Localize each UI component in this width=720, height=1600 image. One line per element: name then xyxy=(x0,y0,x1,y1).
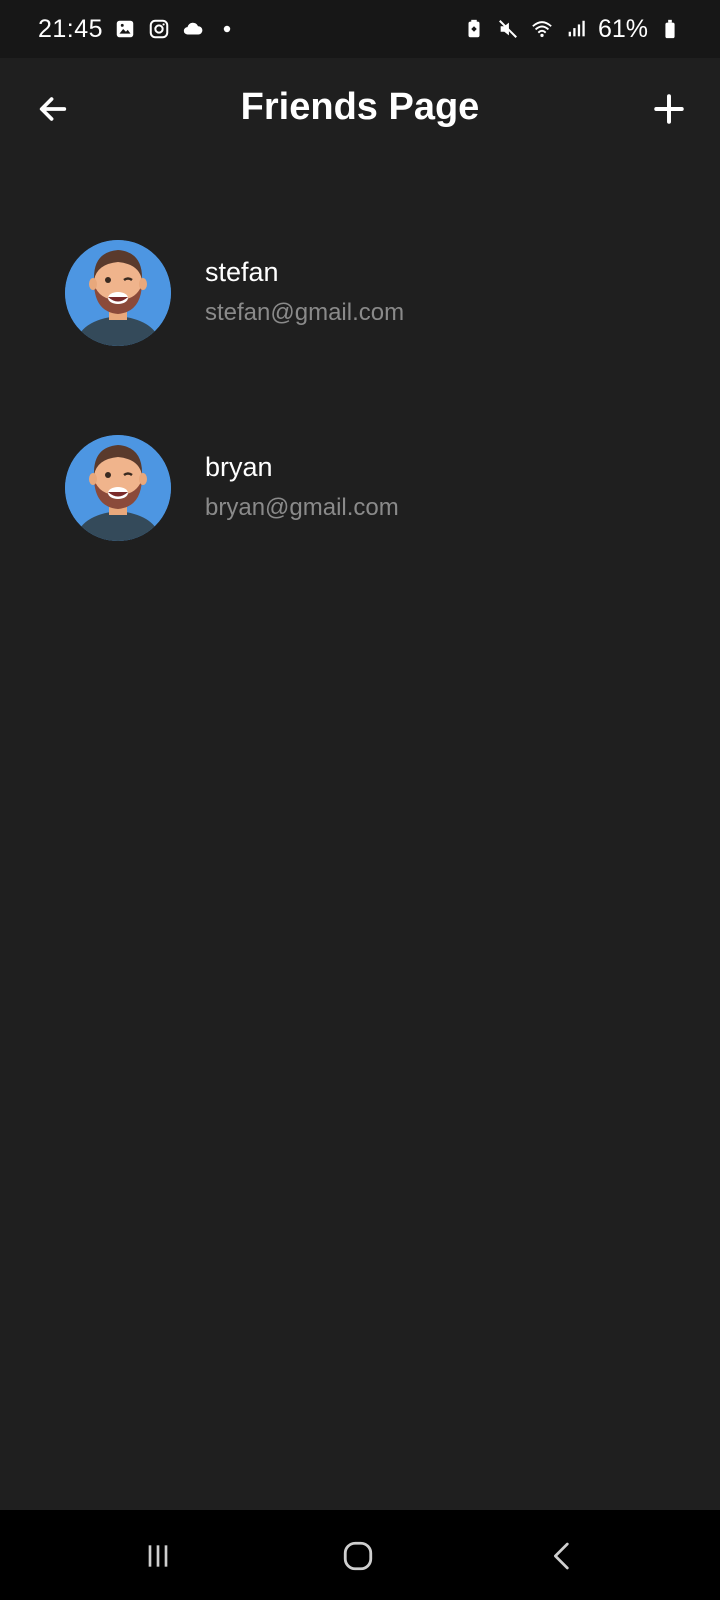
status-left: 21:45 xyxy=(38,15,239,44)
page-title: Friends Page xyxy=(240,86,480,128)
friend-email: stefan@gmail.com xyxy=(205,299,405,326)
system-nav-bar xyxy=(0,1510,720,1600)
instagram-icon xyxy=(147,17,171,41)
battery-icon xyxy=(658,17,682,41)
signal-icon xyxy=(564,17,588,41)
wifi-icon xyxy=(530,17,554,41)
dot-icon xyxy=(215,17,239,41)
status-bar: 21:45 61% xyxy=(0,0,720,58)
status-time: 21:45 xyxy=(38,14,104,43)
avatar-icon xyxy=(65,435,171,541)
friends-list: stefan stefan@gmail.com bryan bryan@gmai… xyxy=(0,215,720,605)
avatar-icon xyxy=(65,240,171,346)
battery-saver-icon xyxy=(462,17,486,41)
mute-icon xyxy=(496,17,520,41)
gallery-icon xyxy=(113,17,137,41)
friend-name: bryan xyxy=(205,452,273,482)
home-button[interactable] xyxy=(328,1530,388,1582)
back-chevron-icon xyxy=(554,1542,569,1570)
home-icon xyxy=(343,1541,373,1571)
recents-icon xyxy=(148,1545,168,1567)
status-right: 61% xyxy=(462,15,682,44)
plus-icon xyxy=(654,94,684,124)
friend-name: stefan xyxy=(205,257,279,287)
recents-button[interactable] xyxy=(128,1530,188,1582)
add-friend-button[interactable] xyxy=(646,86,692,132)
cloud-icon xyxy=(181,17,205,41)
list-item[interactable]: stefan stefan@gmail.com xyxy=(0,215,720,410)
app-bar: Friends Page xyxy=(0,58,720,164)
list-item[interactable]: bryan bryan@gmail.com xyxy=(0,410,720,605)
system-back-button[interactable] xyxy=(532,1530,592,1582)
friend-email: bryan@gmail.com xyxy=(205,494,399,521)
battery-percent: 61% xyxy=(597,14,648,43)
